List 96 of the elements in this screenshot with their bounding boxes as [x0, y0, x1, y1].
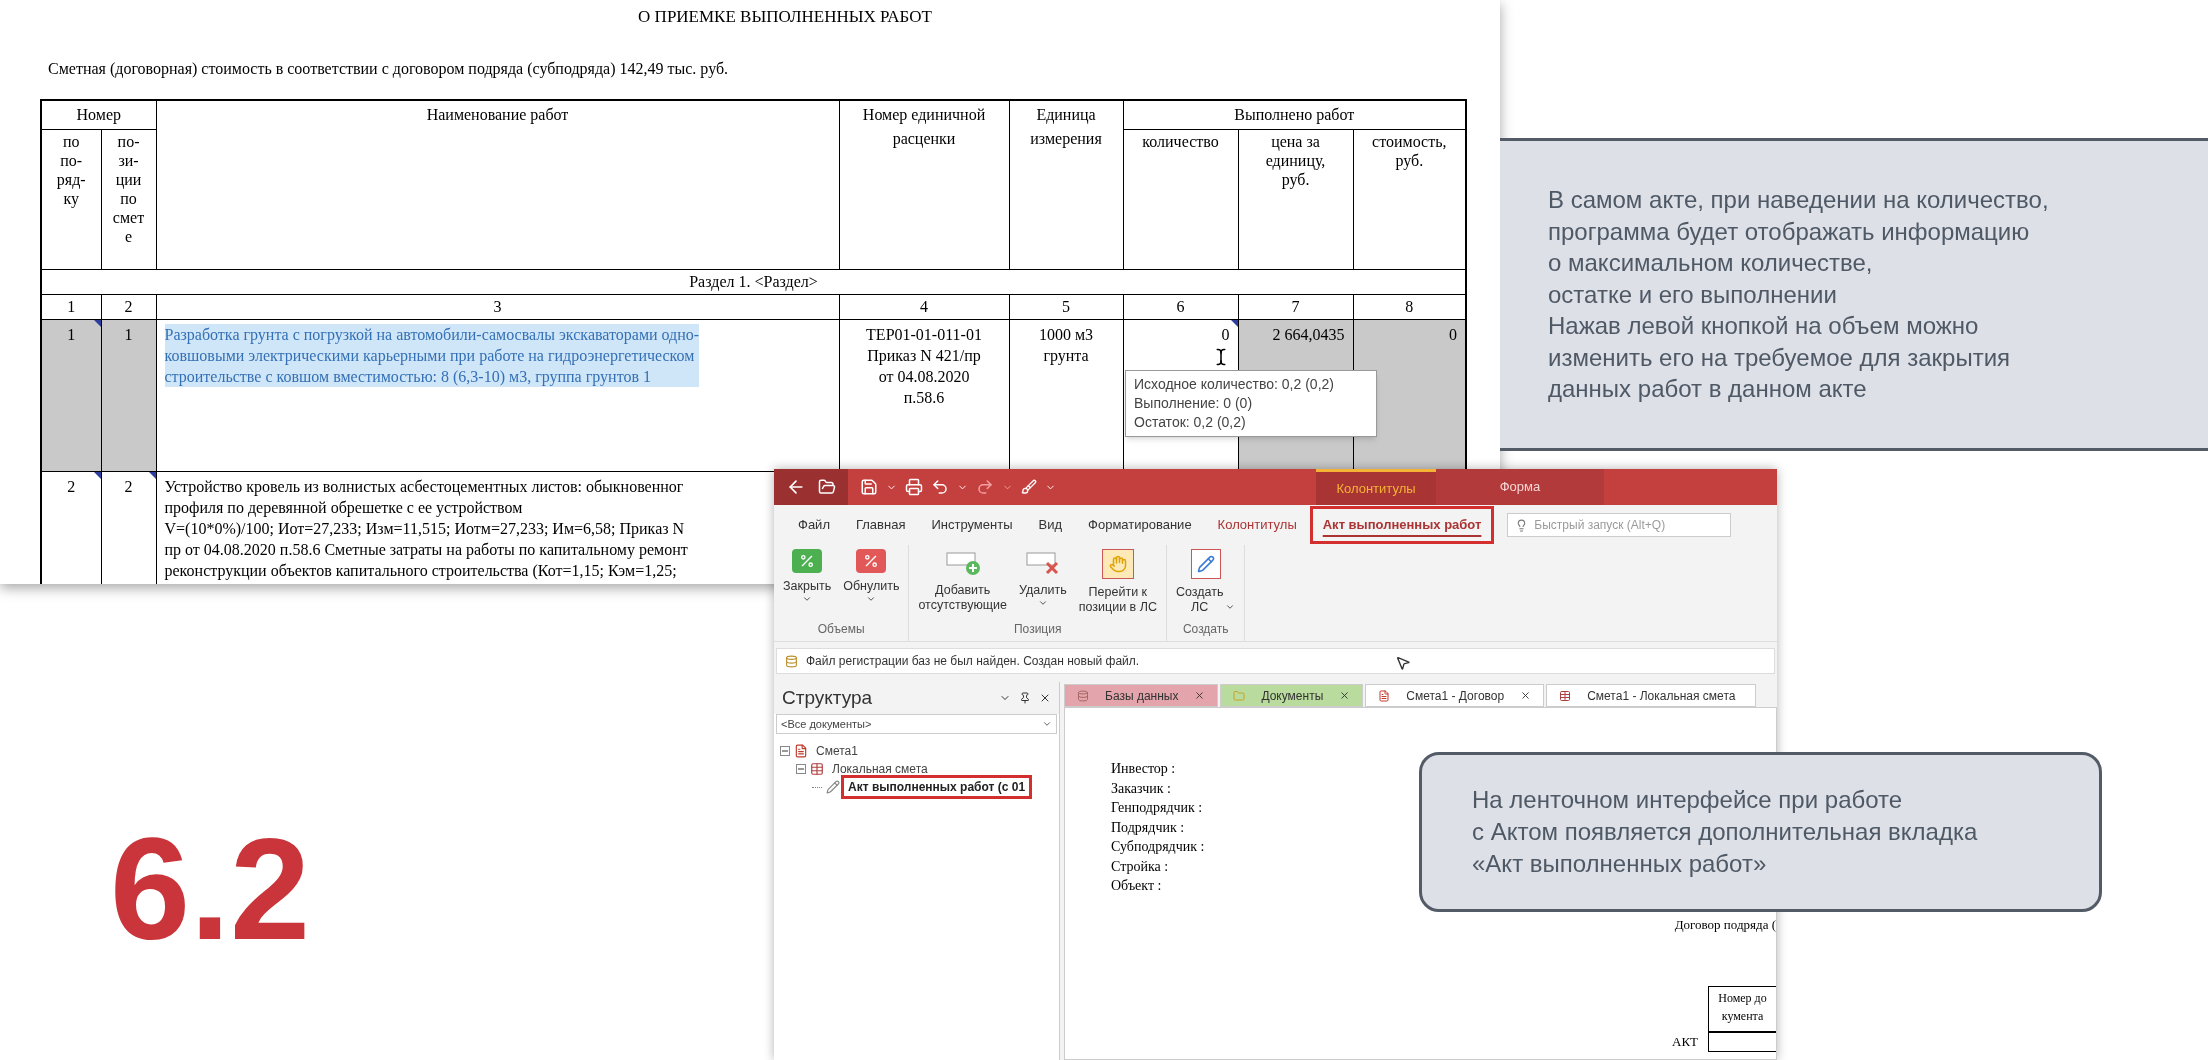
database-icon	[1077, 689, 1089, 702]
undo-icon[interactable]	[931, 478, 949, 496]
estimate-icon	[1378, 689, 1391, 702]
caret-icon	[1037, 598, 1048, 608]
document-tab[interactable]: Базы данных	[1064, 684, 1219, 707]
estimate-icon	[794, 744, 808, 758]
delete-row-icon	[1024, 549, 1061, 577]
pin-icon[interactable]	[1019, 692, 1031, 704]
collapse-icon[interactable]	[796, 764, 806, 774]
caret-icon	[1042, 719, 1052, 729]
column-number: 1	[41, 294, 101, 319]
table-cell	[1708, 1032, 1776, 1052]
filter-dropdown[interactable]: <Все документы>	[776, 714, 1057, 734]
ribbon-tab[interactable]: Файл	[788, 509, 840, 541]
ribbon-button[interactable]: Закрыть	[780, 549, 835, 620]
caret-icon	[802, 594, 813, 604]
column-header: Номер единичной расценки	[839, 99, 1009, 269]
brush-icon[interactable]	[1021, 479, 1037, 495]
percent-icon	[792, 549, 823, 573]
caret-icon	[866, 594, 877, 604]
search-field[interactable]: Быстрый запуск (Alt+Q)	[1507, 513, 1732, 537]
close-icon[interactable]	[1339, 690, 1351, 701]
context-group-label: Форма	[1499, 478, 1541, 497]
table-cell: 1	[101, 319, 156, 471]
document-title: О ПРИЕМКЕ ВЫПОЛНЕННЫХ РАБОТ	[638, 6, 932, 28]
field-label: Генподрядчик :	[1111, 799, 1203, 817]
column-number: 5	[1009, 294, 1123, 319]
close-icon[interactable]	[1520, 690, 1532, 701]
database-icon	[785, 654, 798, 668]
ribbon-tab[interactable]: Акт выполненных работ	[1312, 509, 1492, 541]
act-label: АКТ	[1672, 1033, 1698, 1052]
tree-item[interactable]: Смета1	[812, 742, 862, 760]
tree-item[interactable]: Локальная смета	[828, 760, 932, 778]
hand-table-icon	[1101, 549, 1134, 579]
column-number: 2	[101, 294, 156, 319]
folder-icon[interactable]	[818, 478, 836, 496]
work-description: Разработка грунта с погрузкой на автомобили-самосвалы экскаваторами одно- ковшовыми электрическими карьерными при работе на гидроэнергетическом строительстве с ковшом вместимостью: 8 (6,3-10) м3, группа грунтов 1	[164, 323, 700, 387]
column-header: цена за единицу, руб.	[1238, 129, 1353, 269]
save-icon[interactable]	[860, 478, 878, 496]
ribbon-tab[interactable]: Вид	[1028, 509, 1073, 541]
column-number: 3	[156, 294, 839, 319]
work-description: Устройство кровель из волнистых асбестоцементных листов: обыкновенног профиля по деревянной обрешетке с ее устройством V=(10*0%)/100; Иот=27,233; Изм=11,515; Иотм=27,233; Им=6,58; Приказ N пр от 04.08.2020 п.58.6 Сметные затраты на работы по капитальному ремонт реконструкции объектов капитального строительства (Кот=1,15; Кэм=1,25;	[164, 476, 688, 581]
context-group-label: Колонтитулы	[1336, 479, 1416, 498]
ribbon-button[interactable]: Создать ЛС	[1172, 549, 1239, 620]
column-number: 7	[1238, 294, 1353, 319]
column-header: Номер	[41, 99, 156, 129]
pencil-icon	[826, 780, 840, 794]
table-icon	[810, 762, 824, 776]
field-label: Объект :	[1111, 877, 1162, 895]
close-icon[interactable]	[1194, 690, 1206, 701]
group-label: Создать	[1182, 621, 1229, 638]
table-icon	[1559, 689, 1572, 702]
info-message: Файл регистрации баз не был найден. Создан новый файл.	[806, 653, 1140, 670]
group-label: Объемы	[817, 621, 865, 638]
edit-document-icon	[1190, 549, 1221, 579]
document-number-header: Номер до кумента	[1708, 986, 1776, 1032]
column-header: Наименование работ	[156, 99, 839, 269]
document-tab[interactable]: Смета1 - Договор	[1365, 684, 1545, 707]
group-label: Позиция	[1013, 621, 1062, 638]
field-label: Стройка :	[1111, 857, 1169, 875]
printer-icon[interactable]	[905, 478, 923, 496]
add-row-icon	[944, 549, 981, 577]
document-tab[interactable]: Смета1 - Локальная смета	[1546, 684, 1757, 707]
table-cell: 1	[41, 319, 101, 471]
mouse-pointer-icon	[1395, 655, 1411, 671]
ribbon-button[interactable]: Обнулить	[840, 549, 903, 620]
document-tab[interactable]: Документы	[1220, 684, 1364, 707]
ribbon-button[interactable]: Перейти к позиции в ЛС	[1075, 549, 1160, 620]
column-header: количество	[1123, 129, 1238, 269]
ribbon-tab[interactable]: Колонтитулы	[1207, 509, 1307, 541]
percent-icon	[856, 549, 887, 573]
collapse-icon[interactable]	[780, 746, 790, 756]
panel-title: Структура	[782, 685, 873, 710]
note-text: На ленточном интерфейсе при работе с Актом появляется дополнительная вкладка «Акт выполненных работ»	[1472, 785, 1978, 879]
column-number: 6	[1123, 294, 1238, 319]
contract-label: Договор подряда (	[1674, 915, 1776, 934]
ribbon-tab[interactable]: Форматирование	[1078, 509, 1202, 541]
field-label: Подрядчик :	[1111, 818, 1185, 836]
field-label: Инвестор :	[1111, 760, 1176, 778]
ribbon-tab[interactable]: Инструменты	[921, 509, 1023, 541]
field-label: Субподрядчик :	[1111, 838, 1205, 856]
column-header: по по- ряд- ку	[41, 129, 101, 269]
slide-number: 6.2	[110, 818, 311, 962]
redo-icon[interactable]	[976, 478, 994, 496]
column-header: Единица измерения	[1009, 99, 1123, 269]
folder-icon	[1233, 689, 1246, 702]
tree-item[interactable]: Акт выполненных работ (с 01	[844, 778, 1030, 796]
cost-line: Сметная (договорная) стоимость в соответствии с договором подряда (субподряда) 142,49 тыс. руб.	[48, 58, 730, 80]
column-number: 4	[839, 294, 1009, 319]
ribbon-button[interactable]: Добавить отсутствующие	[915, 549, 1010, 620]
ribbon-button[interactable]: Удалить	[1016, 549, 1070, 620]
caret-icon	[1225, 602, 1236, 612]
close-icon[interactable]	[1039, 692, 1051, 704]
field-label: Заказчик :	[1111, 779, 1171, 797]
ribbon-tab[interactable]: Главная	[845, 509, 916, 541]
note-text: В самом акте, при наведении на количество, программа будет отображать информацию о максимальном количестве, остатке и его выполнении Нажав левой кнопкой на объем можно изменить его на требуемое для закрытия данных работ в данном акте	[1548, 185, 2049, 405]
